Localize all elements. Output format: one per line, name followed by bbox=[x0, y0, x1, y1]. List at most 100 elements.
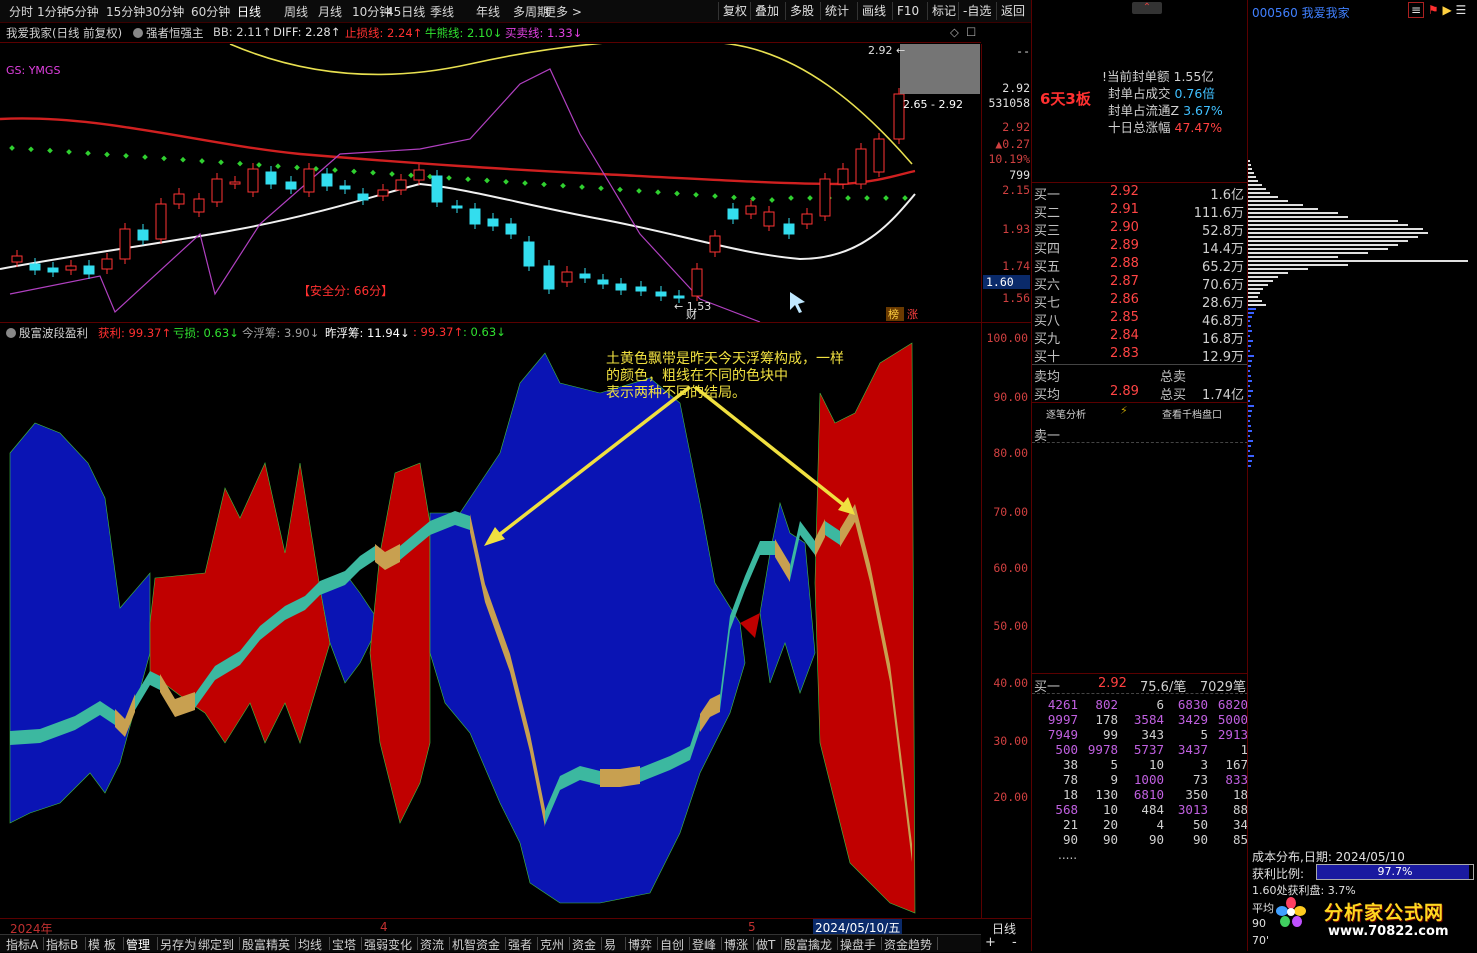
buy-avg: 2.89 bbox=[1110, 384, 1139, 399]
forward-icon[interactable]: ▶ bbox=[1442, 3, 1451, 17]
remove-tab-button[interactable]: - bbox=[1012, 935, 1017, 950]
list-icon[interactable]: ≡ bbox=[1408, 2, 1425, 18]
tab-16[interactable]: 博弈 bbox=[628, 936, 652, 953]
kline-chart[interactable]: 【安全分: 66分】 GS: YMGS ← 1.53 财 榜 涨 2.92 ← … bbox=[0, 44, 981, 322]
tab-17[interactable]: 自创 bbox=[660, 936, 684, 953]
tab-3[interactable]: 管理 bbox=[126, 936, 150, 953]
toolbar-action-1[interactable]: 叠加 bbox=[750, 2, 783, 20]
date-axis: 2024年 4 5 2024/05/10/五 日线 bbox=[0, 918, 1031, 936]
toolbar-action-7[interactable]: -自选 bbox=[958, 2, 995, 20]
stock-code-name[interactable]: 000560 我爱我家 bbox=[1252, 4, 1350, 21]
tab-separator bbox=[157, 937, 158, 950]
buy-avg-row: 买均 2.89 总买 1.74亿 bbox=[1034, 384, 1246, 403]
queue-more[interactable]: ..... bbox=[1058, 848, 1077, 862]
period-7[interactable]: 周线 bbox=[284, 3, 308, 20]
histogram-bar bbox=[1248, 252, 1368, 254]
bid-label: 买七 bbox=[1034, 296, 1061, 311]
candle-body bbox=[303, 168, 315, 193]
period-2[interactable]: 5分钟 bbox=[67, 3, 99, 20]
bid-row[interactable]: 买十 2.83 12.9万 bbox=[1034, 346, 1246, 365]
queue-cell: 90 bbox=[1148, 832, 1164, 847]
candle-body bbox=[377, 189, 389, 197]
tab-18[interactable]: 登峰 bbox=[692, 936, 716, 953]
tab-15[interactable]: 易 bbox=[604, 936, 616, 953]
collapse-up-icon[interactable]: ⌃ bbox=[1132, 2, 1162, 14]
dot bbox=[655, 189, 661, 196]
dot bbox=[218, 159, 224, 166]
gs-label: GS: YMGS bbox=[6, 64, 60, 77]
tab-1[interactable]: 指标B bbox=[46, 936, 78, 953]
tab-2[interactable]: 模 板 bbox=[88, 936, 116, 953]
histogram-bar bbox=[1248, 415, 1251, 417]
period-3[interactable]: 15分钟 bbox=[106, 3, 145, 20]
histogram-bar bbox=[1248, 410, 1252, 412]
bid-row[interactable]: 买三 2.90 52.8万 bbox=[1034, 220, 1246, 239]
tab-10[interactable]: 资流 bbox=[420, 936, 444, 953]
tab-4[interactable]: 另存为 bbox=[160, 936, 196, 953]
limit-up-tag[interactable]: 涨 bbox=[907, 308, 918, 321]
tab-7[interactable]: 均线 bbox=[298, 936, 322, 953]
wave-chart[interactable]: 土黄色飘带是昨天今天浮筹构成，一样 的颜色，粗线在不同的色块中 表示两种不同的结… bbox=[0, 323, 981, 918]
toolbar-action-2[interactable]: 多股 bbox=[785, 2, 818, 20]
toolbar-action-3[interactable]: 统计 bbox=[820, 2, 853, 20]
period-1[interactable]: 1分钟 bbox=[37, 3, 69, 20]
dot bbox=[484, 177, 490, 184]
tab-12[interactable]: 强者 bbox=[508, 936, 532, 953]
dot bbox=[370, 169, 376, 176]
toolbar-action-4[interactable]: 画线 bbox=[857, 2, 890, 20]
add-tab-button[interactable]: + bbox=[985, 935, 996, 950]
period-10[interactable]: 45日线 bbox=[386, 3, 425, 20]
tab-8[interactable]: 宝塔 bbox=[332, 936, 356, 953]
lightning-icon[interactable]: ⚡ bbox=[1120, 404, 1128, 417]
tab-20[interactable]: 做T bbox=[756, 936, 775, 953]
period-8[interactable]: 月线 bbox=[318, 3, 342, 20]
candle-body bbox=[265, 171, 277, 185]
bid-row[interactable]: 买七 2.86 28.6万 bbox=[1034, 292, 1246, 311]
tab-5[interactable]: 绑定到 bbox=[198, 936, 234, 953]
bid-row[interactable]: 买四 2.89 14.4万 bbox=[1034, 238, 1246, 257]
flag-icon[interactable]: ⚑ bbox=[1428, 3, 1439, 17]
period-6[interactable]: 日线 bbox=[237, 3, 261, 20]
finance-tag[interactable]: 财 bbox=[686, 307, 697, 321]
list-tag[interactable]: 榜 bbox=[888, 307, 899, 321]
bid-row[interactable]: 买一 2.92 1.6亿 bbox=[1034, 184, 1246, 203]
tab-9[interactable]: 强弱变化 bbox=[364, 936, 412, 953]
period-12[interactable]: 年线 bbox=[476, 3, 500, 20]
period-14[interactable]: 更多 > bbox=[544, 3, 582, 20]
tab-22[interactable]: 操盘手 bbox=[840, 936, 876, 953]
histogram-bar bbox=[1248, 264, 1348, 266]
candle-body bbox=[469, 208, 481, 225]
bid-row[interactable]: 买九 2.84 16.8万 bbox=[1034, 328, 1246, 347]
toolbar-action-6[interactable]: 标记 bbox=[927, 2, 960, 20]
thousand-level-button[interactable]: 查看千档盘口 bbox=[1162, 406, 1222, 421]
tab-6[interactable]: 殷富精英 bbox=[242, 936, 290, 953]
toolbar-action-8[interactable]: 返回 bbox=[996, 2, 1029, 20]
dropdown-icon[interactable] bbox=[133, 28, 143, 38]
period-4[interactable]: 30分钟 bbox=[145, 3, 184, 20]
tab-23[interactable]: 资金趋势 bbox=[884, 936, 932, 953]
histogram-bar bbox=[1248, 188, 1266, 190]
tab-separator bbox=[657, 937, 658, 950]
tab-11[interactable]: 机智资金 bbox=[452, 936, 500, 953]
toolbar-action-0[interactable]: 复权 bbox=[718, 2, 751, 20]
period-11[interactable]: 季线 bbox=[430, 3, 454, 20]
tab-14[interactable]: 资金 bbox=[572, 936, 596, 953]
dot bbox=[731, 194, 737, 201]
collapse-icon[interactable]: ◇ bbox=[950, 25, 959, 39]
period-5[interactable]: 60分钟 bbox=[191, 3, 230, 20]
period-0[interactable]: 分时 bbox=[9, 3, 33, 20]
bid-row[interactable]: 买八 2.85 46.8万 bbox=[1034, 310, 1246, 329]
tab-19[interactable]: 博涨 bbox=[724, 936, 748, 953]
close-icon[interactable]: ☐ bbox=[966, 25, 976, 39]
menu-icon[interactable]: ☰ bbox=[1456, 3, 1467, 17]
bid-row[interactable]: 买六 2.87 70.6万 bbox=[1034, 274, 1246, 293]
tab-21[interactable]: 殷富擒龙 bbox=[784, 936, 832, 953]
tab-13[interactable]: 克州 bbox=[540, 936, 564, 953]
toolbar-action-5[interactable]: F10 bbox=[892, 2, 923, 20]
bid-row[interactable]: 买二 2.91 111.6万 bbox=[1034, 202, 1246, 221]
histogram-bar bbox=[1248, 395, 1251, 397]
bid-row[interactable]: 买五 2.88 65.2万 bbox=[1034, 256, 1246, 275]
tab-0[interactable]: 指标A bbox=[6, 936, 38, 953]
indicator-name[interactable]: 强者恒强主 bbox=[133, 25, 204, 41]
trade-analysis-button[interactable]: 逐笔分析 bbox=[1046, 406, 1086, 421]
